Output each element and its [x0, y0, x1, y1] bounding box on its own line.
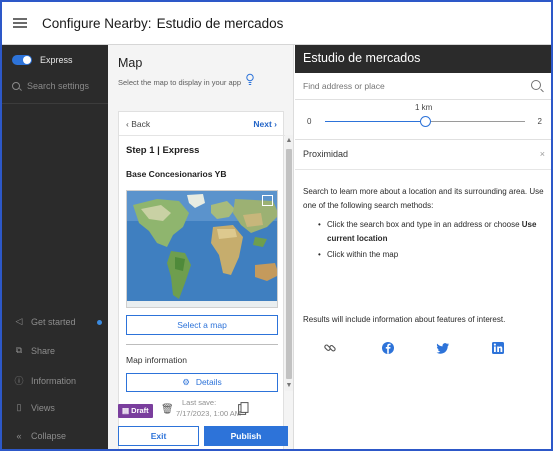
expand-icon[interactable]: [262, 195, 273, 206]
back-button[interactable]: ‹ Back: [126, 119, 150, 129]
collapse-icon: «: [16, 431, 22, 441]
express-toggle[interactable]: Express: [12, 55, 73, 65]
details-button[interactable]: ⚙ Details: [126, 373, 278, 392]
sidebar-item-label: Share: [31, 345, 56, 356]
list-item: Click the search box and type in an addr…: [318, 218, 549, 245]
scroll-down-arrow[interactable]: ▼: [285, 382, 293, 389]
preview-title: Estudio de mercados: [303, 51, 421, 65]
scroll-thumb[interactable]: [286, 149, 292, 379]
proximity-header: Proximidad ×: [295, 140, 551, 170]
twitter-icon[interactable]: [436, 341, 450, 355]
details-label: Details: [195, 377, 222, 387]
slider-handle[interactable]: [419, 116, 431, 127]
sidebar-item-label: Information: [31, 375, 77, 386]
express-toggle-label: Express: [40, 55, 73, 65]
proximity-title: Proximidad: [303, 149, 349, 159]
next-button[interactable]: Next ›: [253, 119, 277, 129]
section-divider: [126, 344, 278, 345]
search-icon[interactable]: [531, 80, 541, 90]
last-save: Last save: 7/17/2023, 1:00 AM: [176, 397, 241, 419]
rocket-icon: ◁: [15, 316, 23, 326]
save-status-row: ▤ Draft 🗑 Last save: 7/17/2023, 1:00 AM: [118, 395, 288, 423]
sidebar-item-share[interactable]: ⧉ Share: [12, 345, 102, 356]
app-title: Configure Nearby:: [42, 15, 152, 31]
sidebar-item-label: Collapse: [31, 431, 67, 441]
app-window: Configure Nearby: Estudio de mercados Ex…: [0, 0, 553, 451]
address-search[interactable]: Find address or place: [295, 73, 551, 100]
social-share-row: [295, 341, 551, 361]
results-note: Results will include information about f…: [303, 315, 506, 324]
list-item: Click within the map: [318, 248, 549, 262]
share-icon: ⧉: [15, 345, 23, 355]
search-icon: [12, 82, 20, 90]
scroll-up-arrow[interactable]: ▲: [285, 137, 293, 144]
device-icon: ▯: [16, 402, 22, 412]
map-settings-panel: Map Select the map to display in your ap…: [108, 45, 294, 449]
slider-max: 2: [537, 117, 542, 126]
search-settings-label: Search settings: [27, 81, 90, 91]
panel-scrollbar[interactable]: ▲ ▼: [285, 135, 293, 391]
top-header: Configure Nearby: Estudio de mercados: [2, 2, 551, 45]
instructions-intro: Search to learn more about a location an…: [303, 187, 544, 210]
link-icon[interactable]: [323, 341, 337, 355]
linkedin-icon[interactable]: [491, 341, 505, 355]
close-icon[interactable]: ×: [540, 149, 545, 159]
draft-badge: ▤ Draft: [118, 404, 153, 418]
lightbulb-icon[interactable]: [246, 73, 254, 87]
gear-icon: ⚙: [182, 377, 190, 387]
sidebar-item-get-started[interactable]: ◁ Get started: [12, 316, 102, 327]
app-name: Estudio de mercados: [156, 15, 284, 31]
slider-value: 1 km: [415, 103, 433, 112]
sidebar-item-label: Get started: [31, 316, 76, 327]
instructions-list: Click the search box and type in an addr…: [318, 218, 549, 262]
menu-icon[interactable]: [2, 2, 38, 45]
instructions: Search to learn more about a location an…: [303, 185, 549, 265]
sidebar-item-information[interactable]: ⓘ Information: [12, 374, 102, 387]
sidebar-item-label: Views: [31, 402, 55, 413]
panel-subtitle: Select the map to display in your app: [118, 78, 241, 87]
toggle-switch[interactable]: [12, 55, 32, 65]
facebook-icon[interactable]: [381, 341, 395, 355]
world-map-image: [127, 191, 277, 307]
select-map-button[interactable]: Select a map: [126, 315, 278, 335]
info-icon: ⓘ: [14, 376, 24, 386]
last-save-label: Last save:: [182, 398, 217, 407]
step-title: Step 1 | Express: [126, 145, 200, 156]
panel-title: Map: [118, 56, 143, 70]
sidebar-item-views[interactable]: ▯ Views: [12, 402, 102, 413]
settings-sidebar: Express Search settings ◁ Get started ⧉ …: [2, 45, 108, 449]
preview-header: Estudio de mercados: [295, 45, 551, 73]
map-name: Base Concesionarios YB: [126, 169, 227, 179]
map-thumbnail: [126, 190, 278, 308]
app-preview: Estudio de mercados Find address or plac…: [295, 45, 551, 449]
trash-icon[interactable]: 🗑: [161, 404, 174, 415]
map-information-heading: Map information: [126, 355, 187, 365]
sidebar-divider: [2, 103, 108, 104]
notification-dot: [97, 320, 102, 325]
slider-min: 0: [307, 117, 312, 126]
distance-slider[interactable]: 0 1 km 2: [295, 100, 551, 140]
step-navigation: ‹ Back Next ›: [119, 112, 285, 136]
last-save-time: 7/17/2023, 1:00 AM: [176, 409, 242, 418]
copy-icon[interactable]: [238, 402, 249, 415]
exit-button[interactable]: Exit: [118, 426, 199, 446]
search-settings[interactable]: Search settings: [12, 81, 89, 91]
publish-button[interactable]: Publish: [204, 426, 288, 446]
sidebar-item-collapse[interactable]: « Collapse: [12, 431, 102, 441]
slider-fill: [325, 121, 425, 123]
search-input[interactable]: Find address or place: [303, 81, 385, 91]
